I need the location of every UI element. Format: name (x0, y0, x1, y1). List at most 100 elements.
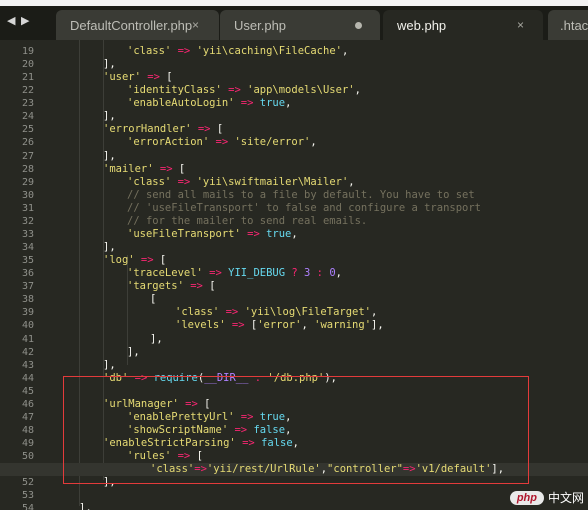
code-line[interactable]: ], (127, 346, 140, 359)
code-token: ], (127, 345, 140, 358)
code-token: // 'useFileTransport' to false and confi… (127, 201, 482, 214)
code-token: => (171, 175, 197, 188)
code-token: [ (216, 123, 224, 136)
code-line[interactable]: 'enableAutoLogin' => true, (127, 97, 291, 110)
code-token: , (285, 97, 292, 110)
code-token: , (341, 45, 349, 57)
code-token: ], (103, 149, 116, 162)
code-line[interactable]: 'mailer' => [ (103, 163, 185, 176)
watermark-badge: php (509, 490, 544, 505)
code-token: 'mailer' (103, 162, 154, 175)
code-token: => (234, 97, 260, 110)
code-token: 'yii\swiftmailer\Mailer' (196, 175, 349, 188)
code-token: 'yii\caching\FileCache' (196, 45, 342, 57)
highlight-box (63, 376, 529, 484)
code-token: // send all mails to a file by default. … (127, 188, 475, 201)
code-line[interactable]: ], (103, 58, 116, 71)
code-token: 'user' (103, 71, 141, 84)
code-line[interactable]: 'errorHandler' => [ (103, 123, 223, 136)
code-token: 'log' (103, 254, 135, 267)
code-token: 'error' (257, 319, 302, 332)
code-token: 'class' (127, 45, 172, 57)
code-token: 'warning' (314, 319, 372, 332)
code-token: 'traceLevel' (127, 267, 203, 280)
code-token: 'app\models\User' (247, 84, 355, 97)
code-token: [ (178, 162, 186, 175)
code-line[interactable]: 'useFileTransport' => true, (127, 228, 298, 241)
tab-web[interactable]: web.php × (383, 10, 543, 40)
tab-label: web.php (397, 18, 447, 33)
code-token: 'errorAction' (127, 136, 210, 149)
code-token: => (140, 71, 167, 84)
code-token: => (183, 280, 210, 293)
code-line[interactable]: 'identityClass' => 'app\models\User', (127, 84, 361, 97)
code-token: 'class' (127, 175, 172, 188)
tab-prev-icon[interactable]: ◀ (7, 14, 15, 27)
code-token: , (335, 267, 342, 280)
code-line[interactable]: ], (103, 241, 116, 254)
code-token: true (259, 97, 286, 110)
code-line[interactable]: 'class' => 'yii\swiftmailer\Mailer', (127, 176, 355, 189)
close-icon[interactable]: × (517, 18, 524, 32)
code-token: => (191, 123, 217, 136)
code-line[interactable]: ], (103, 359, 116, 372)
code-token: ], (150, 332, 163, 345)
code-token: => (219, 306, 245, 319)
code-line[interactable]: 'class' => 'yii\caching\FileCache', (127, 45, 348, 58)
code-token: true (266, 227, 292, 240)
code-token: , (354, 84, 361, 97)
code-token: ], (103, 241, 116, 254)
code-line[interactable]: // send all mails to a file by default. … (127, 189, 475, 202)
code-line[interactable]: 'levels' => ['error', 'warning'], (175, 319, 384, 332)
code-token: 'errorHandler' (103, 123, 192, 136)
code-token: 'enableAutoLogin' (127, 97, 235, 110)
code-line[interactable]: ], (79, 502, 92, 510)
tab-bar: ◀ ▶ DefaultController.php × User.php web… (0, 6, 588, 40)
code-token: 'site/error' (234, 136, 311, 149)
code-token: ], (371, 319, 384, 332)
code-line[interactable]: // for the mailer to send real emails. (127, 215, 367, 228)
code-line[interactable]: [ (150, 293, 156, 306)
watermark-text: 中文网 (547, 491, 584, 505)
code-token: [ (159, 254, 167, 267)
modified-dot-icon[interactable] (355, 22, 362, 29)
tab-label: DefaultController.php (70, 18, 193, 33)
code-token: ], (79, 502, 92, 510)
code-token: , (301, 319, 315, 332)
code-token: : (310, 267, 330, 280)
code-line[interactable]: 'class' => 'yii\log\FileTarget', (175, 306, 377, 319)
code-line[interactable]: // 'useFileTransport' to false and confi… (127, 202, 481, 215)
code-line[interactable]: ], (150, 333, 163, 346)
tab-defaultcontroller[interactable]: DefaultController.php × (56, 10, 219, 40)
code-token: 'class' (175, 306, 220, 319)
code-token: 'identityClass' (127, 84, 222, 97)
code-line[interactable]: 'log' => [ (103, 254, 166, 267)
code-line[interactable]: ], (103, 150, 116, 163)
code-token: 'targets' (127, 280, 184, 293)
code-line[interactable]: 'errorAction' => 'site/error', (127, 136, 317, 149)
code-token: => (225, 319, 251, 332)
watermark: php 中文网 (509, 489, 584, 506)
code-token: ], (103, 58, 116, 71)
code-token: ], (103, 358, 116, 371)
tab-next-icon[interactable]: ▶ (21, 14, 29, 27)
code-line[interactable]: 'traceLevel' => YII_DEBUG ? 3 : 0, (127, 267, 342, 280)
code-line[interactable]: ], (103, 110, 116, 123)
tab-label: User.php (234, 18, 287, 33)
code-token: , (371, 306, 378, 319)
code-token: => (153, 162, 179, 175)
code-line[interactable]: 'targets' => [ (127, 280, 216, 293)
code-token: ], (103, 110, 116, 123)
code-token: [ (209, 280, 216, 293)
code-token: 'useFileTransport' (127, 227, 241, 240)
tab-label: .htacc (560, 18, 588, 33)
code-token: => (171, 45, 197, 57)
code-token: , (348, 175, 355, 188)
code-token: ? (285, 267, 305, 280)
close-icon[interactable]: × (192, 18, 199, 32)
tab-htaccess[interactable]: .htacc (548, 10, 588, 40)
code-line[interactable]: 'user' => [ (103, 71, 173, 84)
code-token: => (221, 84, 248, 97)
code-token: => (134, 254, 160, 267)
tab-user[interactable]: User.php (220, 10, 380, 40)
